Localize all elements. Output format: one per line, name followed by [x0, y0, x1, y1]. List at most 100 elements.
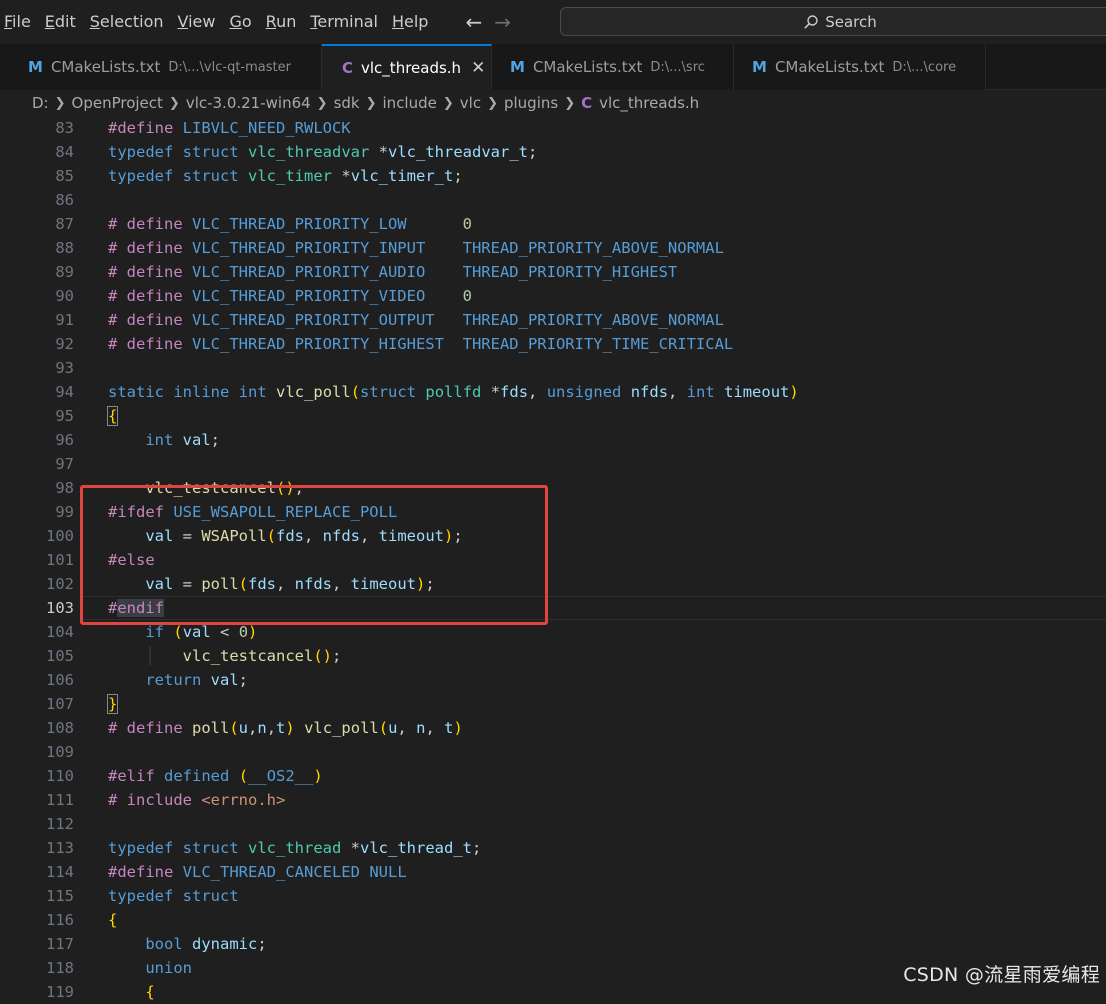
breadcrumb-item[interactable]: sdk — [334, 94, 360, 112]
breadcrumb-file[interactable]: vlc_threads.h — [599, 94, 699, 112]
code-line[interactable]: 103 #endif — [0, 596, 1106, 620]
line-code: static inline int vlc_poll(struct pollfd… — [108, 383, 799, 401]
tab-cmakelists-vlc-qt[interactable]: M CMakeLists.txt D:\...\vlc-qt-master — [0, 44, 322, 90]
tab-path: D:\...\src — [650, 59, 705, 75]
editor-tab-bar: M CMakeLists.txt D:\...\vlc-qt-master C … — [0, 44, 1106, 90]
code-line[interactable]: 116 { — [0, 908, 1106, 932]
code-line[interactable]: 112 — [0, 812, 1106, 836]
line-number: 86 — [55, 191, 74, 209]
tab-label: CMakeLists.txt — [774, 58, 885, 76]
code-line[interactable]: 88 # define VLC_THREAD_PRIORITY_INPUT THR… — [0, 236, 1106, 260]
code-line[interactable]: 108 # define poll(u,n,t) vlc_poll(u, n, t… — [0, 716, 1106, 740]
menu-go[interactable]: Go — [222, 0, 258, 44]
menu-help-rest: elp — [404, 12, 429, 31]
code-line[interactable]: 95 { — [0, 404, 1106, 428]
tab-cmakelists-core[interactable]: M CMakeLists.txt D:\...\core — [734, 44, 986, 90]
chevron-right-icon: ❯ — [442, 95, 454, 111]
line-number: 113 — [46, 839, 74, 857]
search-icon — [804, 14, 818, 29]
code-line[interactable]: 106 return val; — [0, 668, 1106, 692]
code-line[interactable]: 109 — [0, 740, 1106, 764]
line-number: 84 — [55, 143, 74, 161]
code-line[interactable]: 99 #ifdef USE_WSAPOLL_REPLACE_POLL — [0, 500, 1106, 524]
menu-file[interactable]: File — [0, 0, 38, 44]
line-number: 96 — [55, 431, 74, 449]
line-code: # define VLC_THREAD_PRIORITY_LOW 0 — [108, 215, 472, 233]
code-line[interactable]: 117 bool dynamic; — [0, 932, 1106, 956]
code-line[interactable]: 93 — [0, 356, 1106, 380]
line-code: # define VLC_THREAD_PRIORITY_HIGHEST THR… — [108, 335, 734, 353]
code-line[interactable]: 110 #elif defined (__OS2__) — [0, 764, 1106, 788]
code-line[interactable]: 86 — [0, 188, 1106, 212]
code-line[interactable]: 102 val = poll(fds, nfds, timeout); — [0, 572, 1106, 596]
line-code: #define VLC_THREAD_CANCELED NULL — [108, 863, 407, 881]
code-line[interactable]: 100 val = WSAPoll(fds, nfds, timeout); — [0, 524, 1106, 548]
menu-selection[interactable]: Selection — [83, 0, 171, 44]
code-line[interactable]: 101 #else — [0, 548, 1106, 572]
line-number: 116 — [46, 911, 74, 929]
tab-vlc-threads-h[interactable]: C vlc_threads.h ✕ — [322, 44, 492, 90]
code-line[interactable]: 105 │ vlc_testcancel(); — [0, 644, 1106, 668]
code-line[interactable]: 89 # define VLC_THREAD_PRIORITY_AUDIO THR… — [0, 260, 1106, 284]
chevron-right-icon: ❯ — [316, 95, 328, 111]
code-line[interactable]: 85 typedef struct vlc_timer *vlc_timer_t; — [0, 164, 1106, 188]
breadcrumb-item[interactable]: D: — [32, 94, 49, 112]
line-code: } — [106, 694, 119, 714]
c-file-icon: C — [581, 94, 593, 112]
menu-help[interactable]: Help — [385, 0, 435, 44]
code-line[interactable]: 113 typedef struct vlc_thread *vlc_thread… — [0, 836, 1106, 860]
menu-edit[interactable]: Edit — [38, 0, 83, 44]
code-line[interactable]: 91 # define VLC_THREAD_PRIORITY_OUTPUT TH… — [0, 308, 1106, 332]
breadcrumb-item[interactable]: OpenProject — [72, 94, 163, 112]
line-code: │ vlc_testcancel(); — [145, 647, 342, 665]
breadcrumb-item[interactable]: include — [383, 94, 437, 112]
code-line[interactable]: 83 #define LIBVLC_NEED_RWLOCK — [0, 116, 1106, 140]
line-code: { — [108, 911, 118, 929]
line-code: int val; — [145, 431, 221, 449]
forward-arrow-icon[interactable]: → — [494, 10, 511, 34]
line-number: 112 — [46, 815, 74, 833]
line-code: #ifdef USE_WSAPOLL_REPLACE_POLL — [108, 503, 398, 521]
code-line[interactable]: 90 # define VLC_THREAD_PRIORITY_VIDEO 0 — [0, 284, 1106, 308]
breadcrumb-item[interactable]: plugins — [504, 94, 558, 112]
menu-view[interactable]: View — [171, 0, 223, 44]
line-code: #endif — [108, 599, 165, 617]
code-line[interactable]: 87 # define VLC_THREAD_PRIORITY_LOW 0 — [0, 212, 1106, 236]
line-code: # define poll(u,n,t) vlc_poll(u, n, t) — [108, 719, 463, 737]
menu-run-rest: un — [276, 12, 297, 31]
line-number: 103 — [46, 599, 74, 617]
menu-edit-rest: dit — [54, 12, 76, 31]
line-code: { — [145, 983, 155, 1001]
code-line[interactable]: 84 typedef struct vlc_threadvar *vlc_thre… — [0, 140, 1106, 164]
line-code: #elif defined (__OS2__) — [108, 767, 323, 785]
line-number: 110 — [46, 767, 74, 785]
code-line[interactable]: 115 typedef struct — [0, 884, 1106, 908]
code-line[interactable]: 98 vlc_testcancel(); — [0, 476, 1106, 500]
menu-run[interactable]: Run — [259, 0, 304, 44]
line-number: 91 — [55, 311, 74, 329]
code-line[interactable]: 96 int val; — [0, 428, 1106, 452]
line-code: #else — [108, 551, 155, 569]
command-center-search[interactable]: Search — [560, 7, 1106, 36]
code-editor[interactable]: 83 #define LIBVLC_NEED_RWLOCK 84 typedef st… — [0, 116, 1106, 1001]
code-line[interactable]: 94 static inline int vlc_poll(struct poll… — [0, 380, 1106, 404]
code-line[interactable]: 92 # define VLC_THREAD_PRIORITY_HIGHEST T… — [0, 332, 1106, 356]
line-number: 83 — [55, 119, 74, 137]
menu-terminal[interactable]: Terminal — [303, 0, 385, 44]
menu-go-rest: o — [241, 12, 252, 31]
tab-cmakelists-src[interactable]: M CMakeLists.txt D:\...\src — [492, 44, 734, 90]
code-line[interactable]: 97 — [0, 452, 1106, 476]
line-code: vlc_testcancel(); — [145, 479, 305, 497]
tab-label: CMakeLists.txt — [50, 58, 161, 76]
code-line[interactable]: 114 #define VLC_THREAD_CANCELED NULL — [0, 860, 1106, 884]
line-code: val = poll(fds, nfds, timeout); — [145, 575, 435, 593]
breadcrumb-item[interactable]: vlc — [460, 94, 481, 112]
back-arrow-icon[interactable]: ← — [465, 10, 482, 34]
breadcrumb-item[interactable]: vlc-3.0.21-win64 — [186, 94, 311, 112]
code-line[interactable]: 104 if (val < 0) — [0, 620, 1106, 644]
code-line[interactable]: 107} — [0, 692, 1106, 716]
code-line[interactable]: 111 # include <errno.h> — [0, 788, 1106, 812]
line-number: 115 — [46, 887, 74, 905]
close-icon[interactable]: ✕ — [471, 58, 485, 78]
cmake-file-icon: M — [510, 58, 525, 76]
